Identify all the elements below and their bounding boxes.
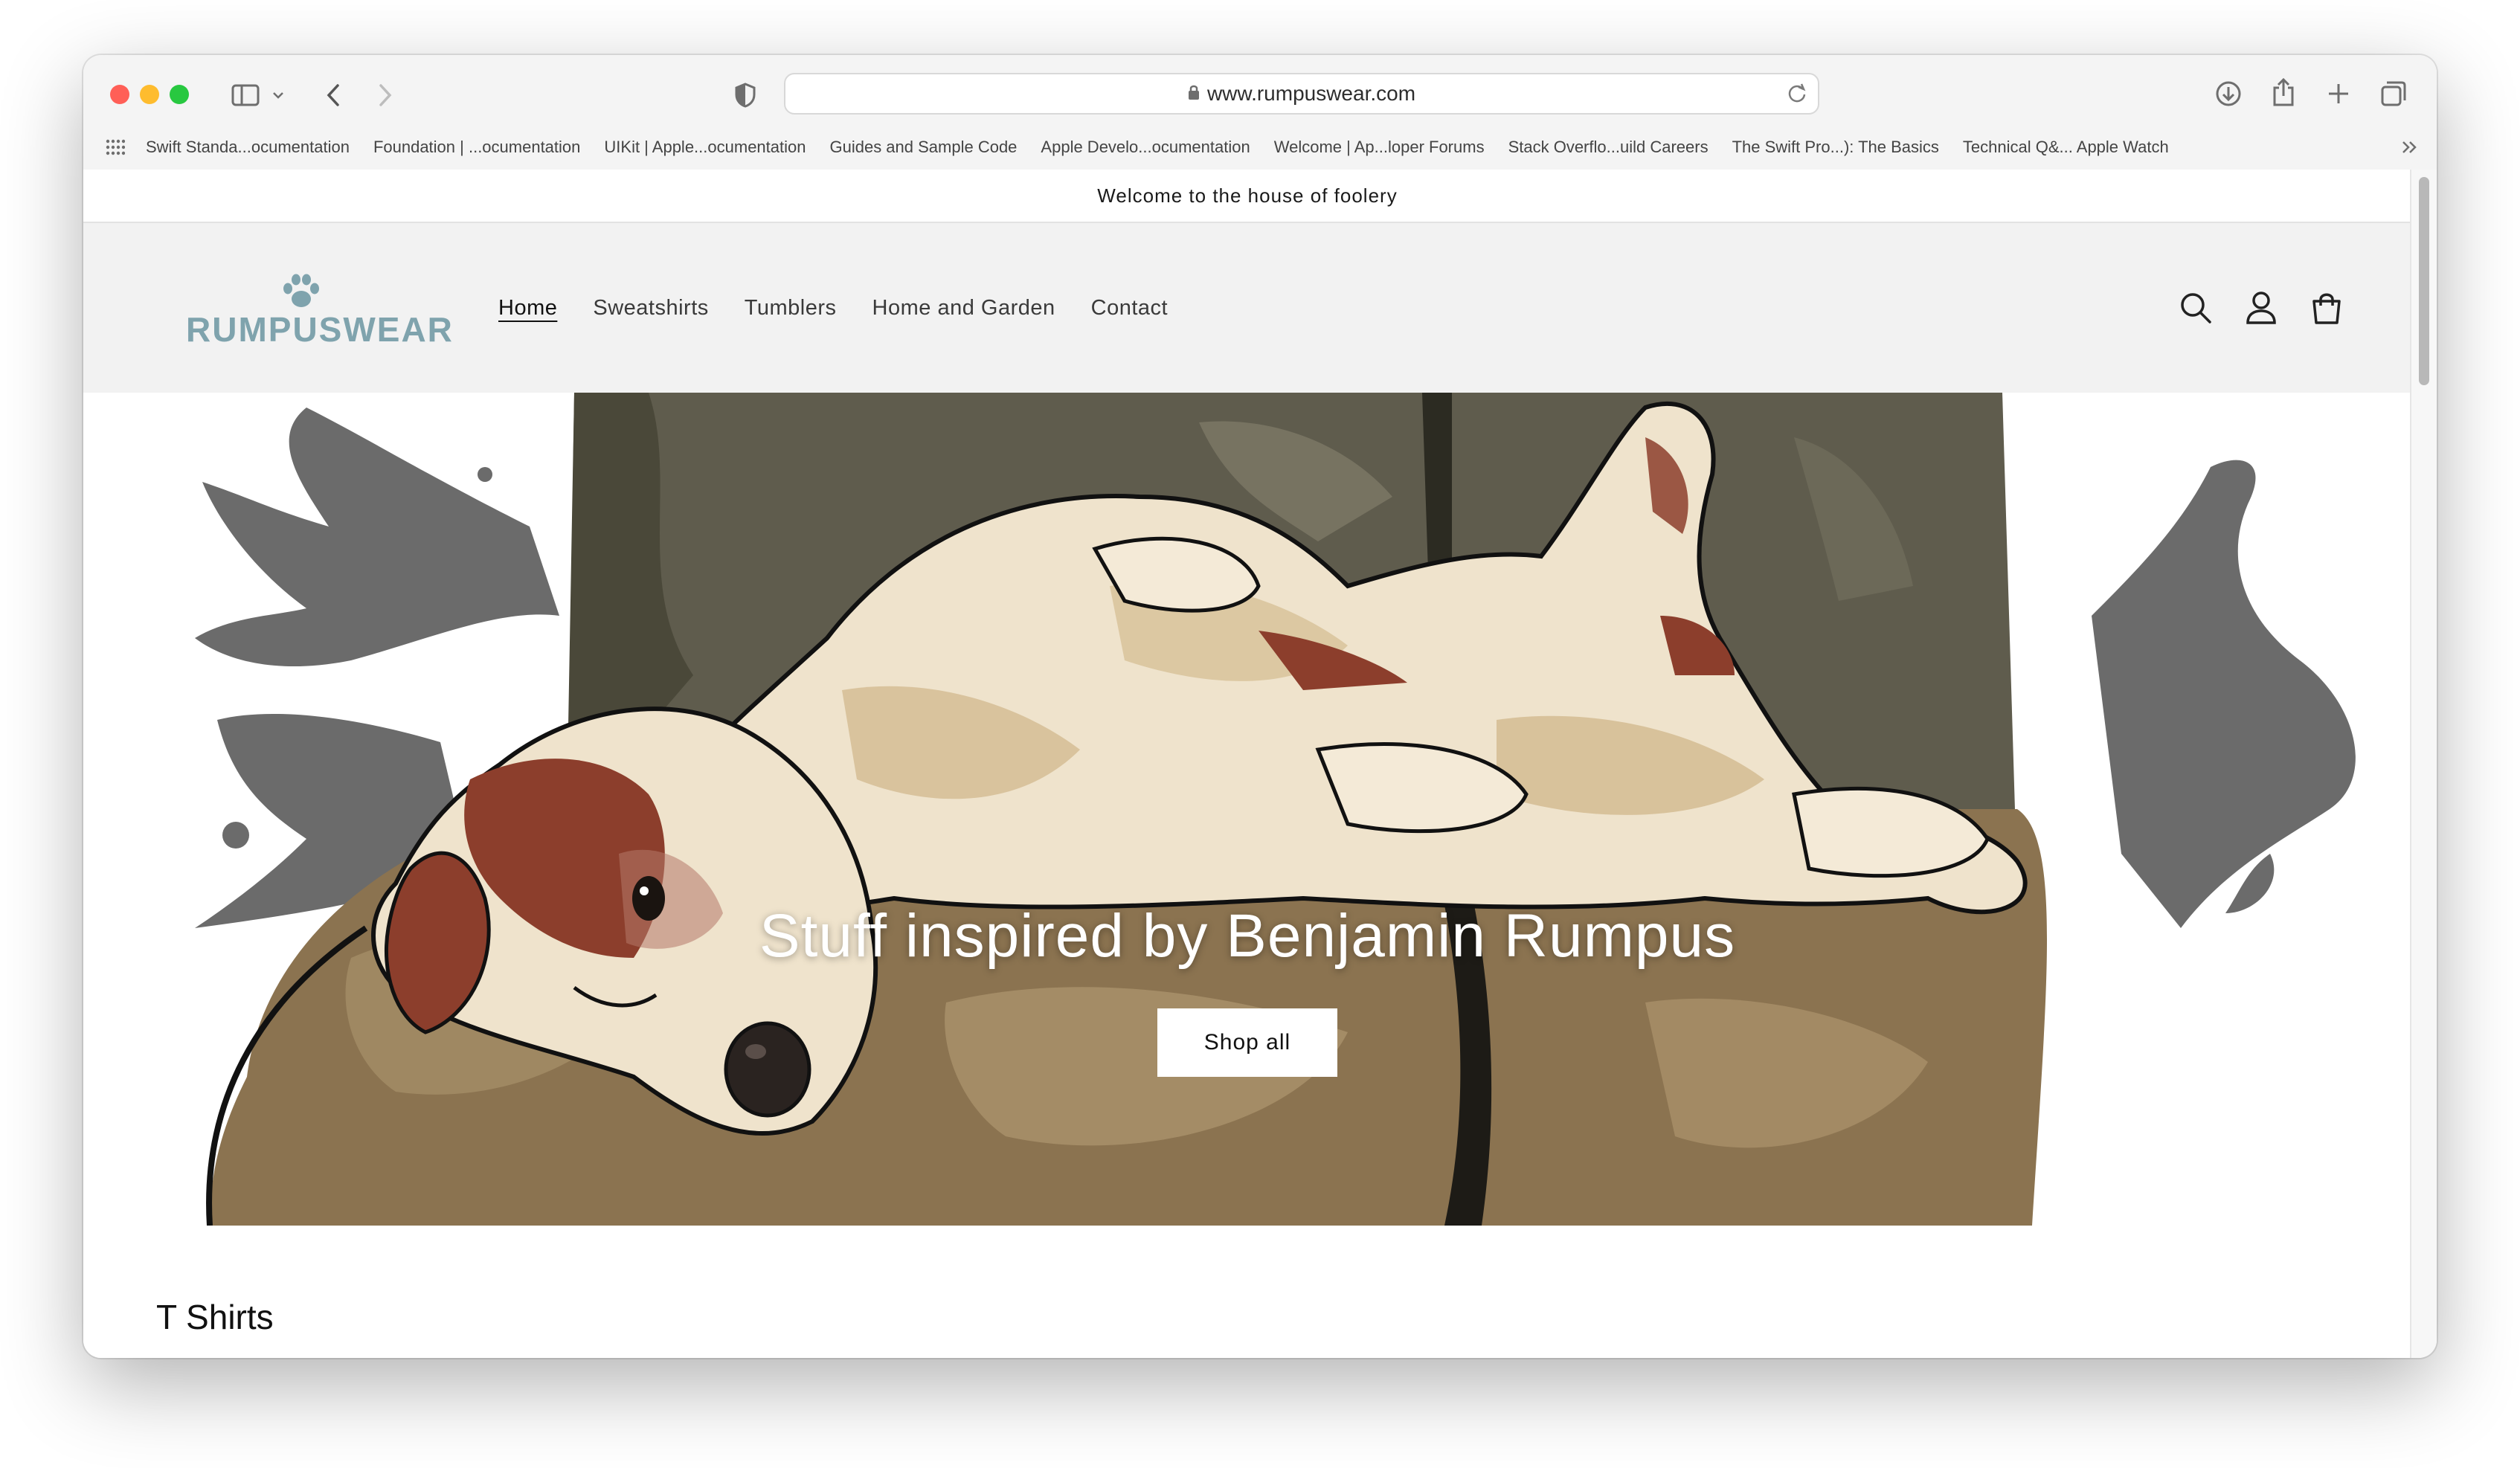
zoom-window-button[interactable] xyxy=(170,85,189,104)
shop-all-button[interactable]: Shop all xyxy=(1157,1008,1337,1077)
reload-icon[interactable] xyxy=(1787,83,1807,108)
site-logo[interactable]: RUMPUSWEAR xyxy=(186,272,454,349)
hero-title: Stuff inspired by Benjamin Rumpus xyxy=(759,902,1736,970)
url-text: www.rumpuswear.com xyxy=(1206,82,1416,105)
account-icon[interactable] xyxy=(2243,290,2279,326)
nav-tumblers[interactable]: Tumblers xyxy=(745,296,837,321)
bookmark-item[interactable]: Welcome | Ap...loper Forums xyxy=(1274,138,1485,157)
announcement-bar: Welcome to the house of foolery xyxy=(83,170,2411,223)
page-scrollbar[interactable] xyxy=(2410,170,2437,1358)
bookmark-item[interactable]: Guides and Sample Code xyxy=(829,138,1017,157)
bookmark-item[interactable]: Stack Overflo...uild Careers xyxy=(1508,138,1709,157)
close-window-button[interactable] xyxy=(110,85,129,104)
privacy-shield-icon[interactable] xyxy=(730,79,760,112)
scrollbar-thumb[interactable] xyxy=(2419,177,2429,385)
nav-sweatshirts[interactable]: Sweatshirts xyxy=(593,296,708,321)
cart-icon[interactable] xyxy=(2309,290,2344,326)
lock-icon xyxy=(1188,84,1200,104)
share-icon[interactable] xyxy=(2267,74,2300,110)
bookmark-item[interactable]: Technical Q&... Apple Watch xyxy=(1963,138,2169,157)
new-tab-icon[interactable] xyxy=(2322,77,2355,110)
nav-home-and-garden[interactable]: Home and Garden xyxy=(872,296,1055,321)
hero-dog-illustration xyxy=(195,393,2356,1226)
bookmark-item[interactable]: UIKit | Apple...ocumentation xyxy=(604,138,806,157)
downloads-icon[interactable] xyxy=(2212,77,2245,110)
logo-text: RUMPUSWEAR xyxy=(186,310,454,349)
address-bar[interactable]: www.rumpuswear.com xyxy=(784,73,1819,115)
header-icons xyxy=(2148,223,2344,393)
minimize-window-button[interactable] xyxy=(140,85,159,104)
hero-banner: Stuff inspired by Benjamin Rumpus Shop a… xyxy=(83,393,2411,1226)
bookmark-item[interactable]: Foundation | ...ocumentation xyxy=(373,138,580,157)
web-page: Welcome to the house of foolery RUMPUSWE… xyxy=(83,170,2411,1358)
nav-contact[interactable]: Contact xyxy=(1091,296,1168,321)
main-nav: Home Sweatshirts Tumblers Home and Garde… xyxy=(498,223,1203,393)
site-header: RUMPUSWEAR Home Sweatshirts Tumblers Hom… xyxy=(83,223,2411,393)
back-arrow-icon[interactable] xyxy=(318,79,348,112)
browser-window: www.rumpuswear.com Swift Standa...ocumen… xyxy=(83,55,2437,1358)
more-bookmarks-chevron-icon[interactable] xyxy=(2401,140,2419,158)
bookmark-item[interactable]: The Swift Pro...): The Basics xyxy=(1732,138,1939,157)
bookmark-item[interactable]: Apple Develo...ocumentation xyxy=(1041,138,1250,157)
chevron-down-icon[interactable] xyxy=(271,86,286,104)
browser-toolbar: www.rumpuswear.com Swift Standa...ocumen… xyxy=(83,55,2437,171)
forward-arrow-icon[interactable] xyxy=(370,79,400,112)
bookmarks-bar: Swift Standa...ocumentation Foundation |… xyxy=(106,131,2419,164)
grid-icon[interactable] xyxy=(106,139,125,155)
section-title: T Shirts xyxy=(156,1298,274,1336)
bookmark-item[interactable]: Swift Standa...ocumentation xyxy=(146,138,350,157)
tab-overview-icon[interactable] xyxy=(2377,77,2410,110)
sidebar-icon[interactable] xyxy=(229,80,262,110)
nav-home[interactable]: Home xyxy=(498,296,557,321)
paw-icon xyxy=(283,274,319,307)
search-icon[interactable] xyxy=(2178,290,2214,326)
